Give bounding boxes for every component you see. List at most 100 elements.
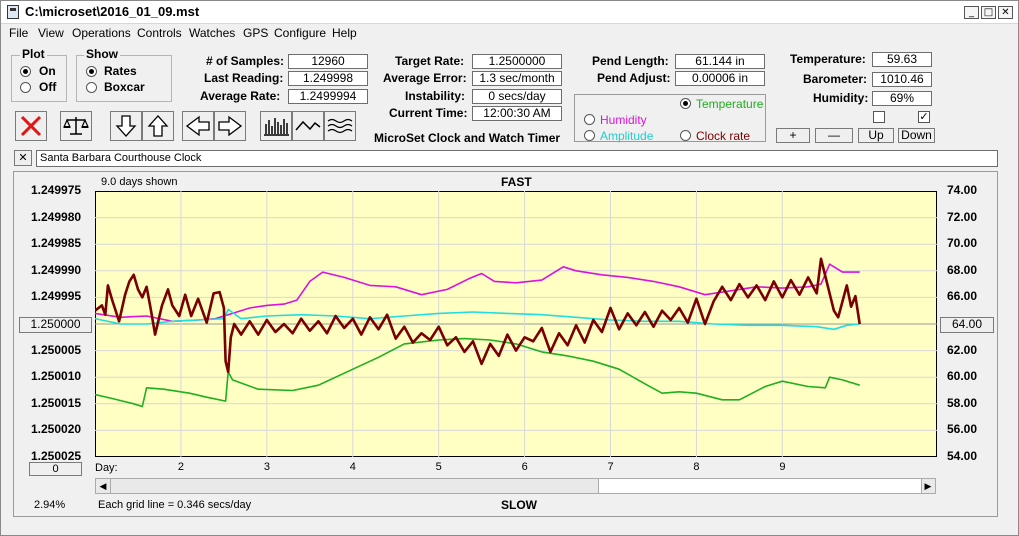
calibrate-button[interactable] [60,111,92,141]
instability-label: Instability: [405,89,466,103]
percent-readout: 2.94% [34,499,66,511]
barometer-label: Barometer: [803,72,868,86]
scale-plus-button[interactable]: + [776,128,810,143]
pend-adjust-label: Pend Adjust: [597,71,671,85]
left-tick-label: 1.249980 [31,209,82,224]
left-tick-label: 1.250015 [31,395,82,410]
right-tick-label: 60.00 [947,369,978,384]
scroll-left-arrow-icon[interactable]: ◀ [96,479,111,493]
samples-value: 12960 [288,54,368,69]
x-tick-label: 5 [435,461,442,473]
histogram-icon [264,118,289,136]
title-bar[interactable]: C:\microset\2016_01_09.mst _ □ ✕ [1,1,1018,24]
clear-clock-name-button[interactable]: ✕ [14,150,32,166]
right-center-value-box[interactable]: 64.00 [940,317,994,333]
overlay-clock-rate-label: Clock rate [696,129,751,143]
x-tick-label: 8 [693,461,700,473]
average-rate-value: 1.2499994 [288,89,368,104]
menu-operations[interactable]: Operations [72,26,131,40]
days-shown-label: 9.0 days shown [101,176,178,188]
show-rates-radio[interactable] [86,66,97,77]
scale-minus-button[interactable]: — [815,128,853,143]
overlay-temperature-radio[interactable] [680,98,691,109]
menu-watches[interactable]: Watches [189,26,235,40]
x-tick-label: 2 [177,461,185,473]
up-arrow-button[interactable] [142,111,174,141]
show-rates-label: Rates [104,64,137,78]
line-graph-icon [295,120,321,131]
scale-down-button[interactable]: Down [898,128,935,143]
right-tick-label: 54.00 [947,449,978,463]
average-error-label: Average Error: [383,71,467,85]
maximize-button[interactable]: □ [981,6,996,19]
menu-view[interactable]: View [38,26,64,40]
show-group-title: Show [84,47,120,61]
menu-gps[interactable]: GPS [243,26,268,40]
clock-name-input[interactable]: Santa Barbara Courthouse Clock [36,150,998,167]
menu-configure[interactable]: Configure [274,26,326,40]
left-tick-label: 1.250020 [31,422,82,437]
humidity-label: Humidity: [813,91,869,105]
histogram-button[interactable] [260,111,292,141]
right-arrow-button[interactable] [214,111,246,141]
left-center-value-box[interactable]: 1.250000 [19,317,92,333]
minimize-button[interactable]: _ [964,6,979,19]
wave-graph-button[interactable] [324,111,356,141]
window-title: C:\microset\2016_01_09.mst [25,4,200,19]
overlay-humidity-radio[interactable] [584,114,595,125]
left-tick-label: 1.249990 [31,262,82,277]
chart-title-fast: FAST [501,175,532,189]
overlay-humidity-label: Humidity [600,113,647,127]
plot-on-radio[interactable] [20,66,31,77]
red-x-icon [20,115,42,137]
balance-scale-icon [63,117,89,135]
x-tick-label: 9 [779,461,786,473]
left-tick-label: 1.250010 [31,369,82,384]
x-tick-label: 7 [607,461,614,473]
pend-length-value: 61.144 in [675,54,765,69]
overlay-amplitude-label: Amplitude [600,129,654,143]
plot-group [11,55,67,102]
right-tick-label: 66.00 [947,289,978,304]
left-small-box[interactable]: 0 [29,462,82,476]
current-time-label: Current Time: [389,106,468,120]
plot-on-label: On [39,64,56,78]
overlay-amplitude-radio[interactable] [584,130,595,141]
pend-adjust-value: 0.00006 in [675,71,765,86]
left-tick-label: 1.249985 [31,236,82,251]
temperature-label: Temperature: [790,52,866,66]
grid-note: Each grid line = 0.346 secs/day [98,499,252,511]
menu-file[interactable]: File [9,26,28,40]
scrollbar-thumb[interactable] [598,479,922,493]
line-graph-button[interactable] [292,111,324,141]
app-caption: MicroSet Clock and Watch Timer [374,131,561,145]
show-boxcar-label: Boxcar [104,80,145,94]
plot-area [95,191,937,457]
menu-help[interactable]: Help [332,26,357,40]
plot-off-radio[interactable] [20,82,31,93]
left-arrow-button[interactable] [182,111,214,141]
scale-up-button[interactable]: Up [858,128,894,143]
horizontal-scrollbar[interactable]: ◀ ▶ [95,478,936,494]
menu-controls[interactable]: Controls [137,26,182,40]
samples-label: # of Samples: [206,54,285,68]
down-arrow-button[interactable] [110,111,142,141]
average-rate-label: Average Rate: [200,89,281,103]
chart-bottom-label-slow: SLOW [501,498,537,512]
show-boxcar-radio[interactable] [86,82,97,93]
temperature-value: 59.63 [872,52,932,67]
overlay-clock-rate-radio[interactable] [680,130,691,141]
close-button[interactable]: ✕ [998,6,1013,19]
barometer-value: 1010.46 [872,72,932,87]
right-tick-label: 74.00 [947,183,978,197]
pend-length-label: Pend Length: [592,54,669,68]
right-tick-label: 62.00 [947,342,978,357]
scroll-right-arrow-icon[interactable]: ▶ [921,479,935,493]
option-checkbox-2[interactable]: ✓ [918,111,930,123]
x-tick-label: 6 [521,461,528,473]
arrow-right-icon [218,115,243,137]
target-rate-value: 1.2500000 [472,54,562,69]
option-checkbox-1[interactable] [873,111,885,123]
stop-button[interactable] [15,111,47,141]
average-error-value: 1.3 sec/month [472,71,562,86]
